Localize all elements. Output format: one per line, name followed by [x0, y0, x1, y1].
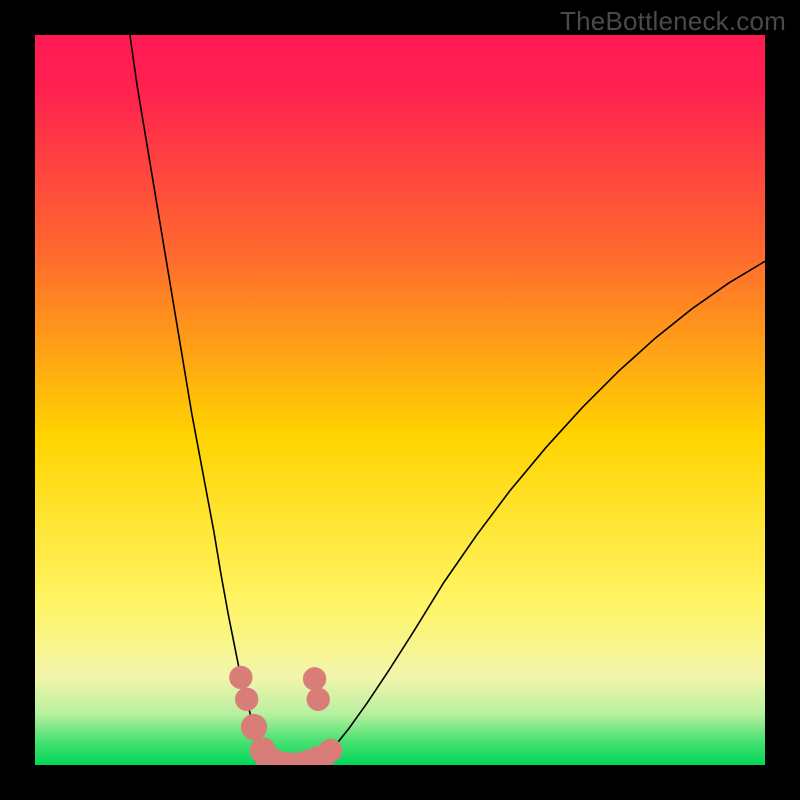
curve-marker: [319, 739, 342, 762]
bottleneck-chart: [35, 35, 765, 765]
curve-marker: [307, 688, 330, 711]
curve-marker: [303, 667, 326, 690]
curve-marker: [235, 688, 258, 711]
plot-background: [35, 35, 765, 765]
curve-marker: [229, 666, 252, 689]
curve-marker: [241, 714, 267, 740]
watermark-text: TheBottleneck.com: [560, 6, 786, 37]
chart-frame: TheBottleneck.com: [0, 0, 800, 800]
